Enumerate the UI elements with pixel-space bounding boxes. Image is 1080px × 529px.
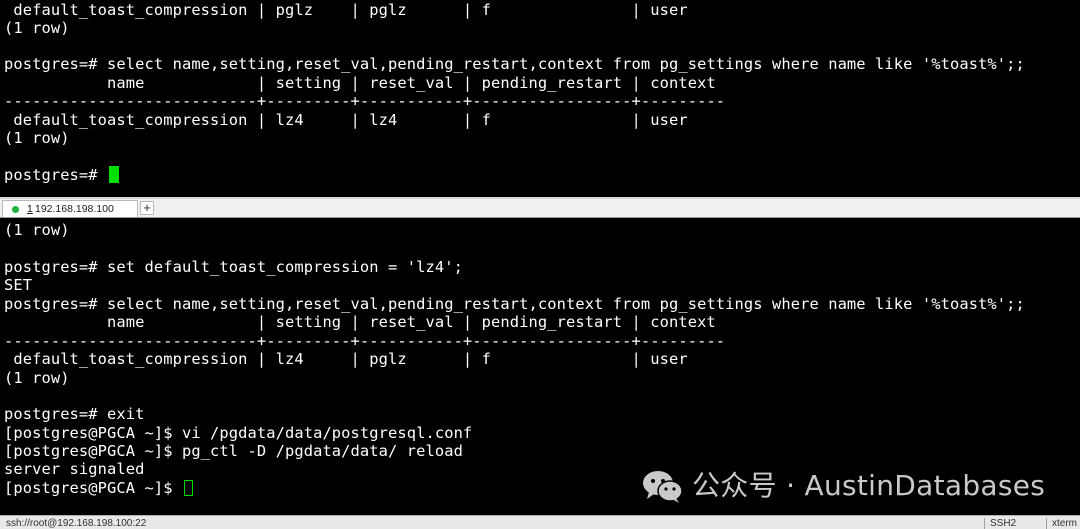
terminal-prompt-line: postgres=#: [4, 166, 120, 184]
status-divider: [1046, 518, 1047, 529]
terminal-prompt-line: [postgres@PGCA ~]$: [4, 479, 193, 497]
status-bar: ssh://root@192.168.198.100:22 SSH2 xterm: [0, 515, 1080, 529]
terminal-line: postgres=# exit: [4, 405, 145, 423]
prompt-text: [postgres@PGCA ~]$: [4, 479, 182, 497]
terminal-line: (1 row): [4, 221, 70, 239]
terminal-line: server signaled: [4, 460, 145, 478]
prompt-text: postgres=#: [4, 166, 108, 184]
terminal-line: [postgres@PGCA ~]$ vi /pgdata/data/postg…: [4, 424, 473, 442]
terminal-line: postgres=# select name,setting,reset_val…: [4, 295, 1025, 313]
cursor-block-icon: [109, 166, 120, 183]
connected-status-dot-icon: [12, 206, 19, 213]
terminal-line: [postgres@PGCA ~]$ pg_ctl -D /pgdata/dat…: [4, 442, 463, 460]
status-connection-path: ssh://root@192.168.198.100:22: [6, 518, 147, 529]
terminal-line: postgres=# select name,setting,reset_val…: [4, 55, 1025, 73]
terminal-line: SET: [4, 276, 33, 294]
terminal-line: default_toast_compression | lz4 | pglz |…: [4, 350, 688, 368]
terminal-line: (1 row): [4, 129, 70, 147]
terminal-line: default_toast_compression | lz4 | lz4 | …: [4, 111, 688, 129]
watermark-text: 公众号 · AustinDatabases: [692, 469, 1046, 502]
session-tab[interactable]: 1 192.168.198.100: [2, 200, 138, 217]
terminal-line: default_toast_compression | pglz | pglz …: [4, 1, 688, 19]
terminal-pane-top[interactable]: default_toast_compression | pglz | pglz …: [0, 0, 1080, 197]
status-divider: [984, 518, 985, 529]
terminal-line: name | setting | reset_val | pending_res…: [4, 313, 716, 331]
terminal-line: (1 row): [4, 19, 70, 37]
terminal-line: ---------------------------+---------+--…: [4, 92, 726, 110]
status-terminal-type: xterm: [1052, 518, 1077, 529]
session-tab-bar: 1 192.168.198.100 +: [0, 197, 1080, 218]
session-tab-number: 1: [27, 203, 33, 215]
terminal-line: ---------------------------+---------+--…: [4, 332, 726, 350]
cursor-outline-icon: [183, 480, 193, 496]
wechat-icon: [643, 471, 683, 503]
status-protocol: SSH2: [990, 518, 1017, 529]
terminal-line: (1 row): [4, 369, 70, 387]
session-tab-label: 192.168.198.100: [35, 203, 114, 215]
new-tab-button[interactable]: +: [140, 201, 154, 215]
terminal-line: name | setting | reset_val | pending_res…: [4, 74, 716, 92]
terminal-line: postgres=# set default_toast_compression…: [4, 258, 463, 276]
